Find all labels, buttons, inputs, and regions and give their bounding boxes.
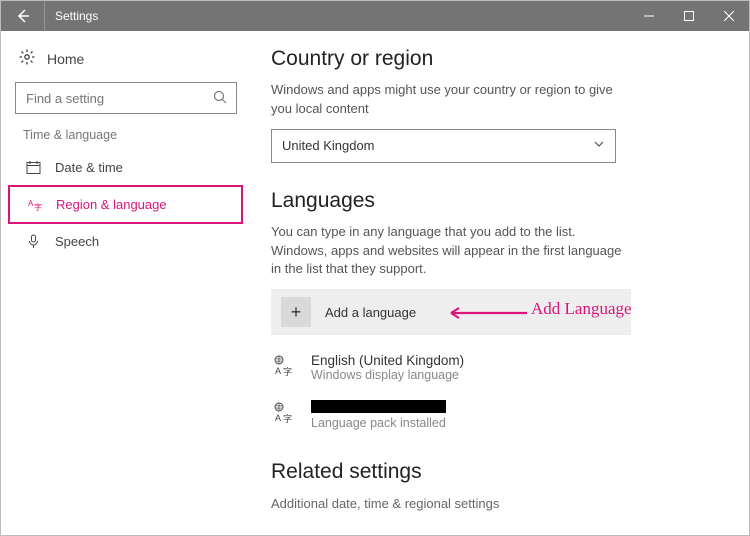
svg-text:A: A [275, 366, 281, 376]
svg-text:A: A [275, 413, 281, 423]
close-button[interactable] [709, 1, 749, 31]
sidebar-item-region-language[interactable]: A字 Region & language [8, 185, 243, 224]
add-language-button[interactable]: + Add a language Add Language [271, 289, 631, 335]
language-glyph-icon: A字 [271, 353, 297, 382]
svg-text:字: 字 [283, 413, 292, 424]
maximize-button[interactable] [669, 1, 709, 31]
languages-heading: Languages [271, 189, 707, 213]
back-arrow-icon [15, 8, 31, 24]
microphone-icon [25, 234, 41, 249]
home-label: Home [47, 51, 84, 67]
annotation-arrow [439, 307, 529, 325]
window-title: Settings [45, 9, 629, 23]
search-box[interactable] [15, 82, 237, 114]
language-name: English (United Kingdom) [311, 353, 464, 368]
sidebar-item-label: Date & time [55, 160, 123, 175]
related-settings-section: Related settings Additional date, time &… [271, 460, 707, 513]
country-selected: United Kingdom [282, 138, 375, 153]
search-input[interactable] [16, 83, 236, 113]
related-heading: Related settings [271, 460, 707, 484]
home-button[interactable]: Home [9, 45, 243, 82]
plus-icon: + [281, 297, 311, 327]
language-subtitle: Language pack installed [311, 416, 446, 430]
sidebar: Home Time & language Date & time A字 Regi… [1, 31, 251, 535]
settings-window: Settings Home Time & language Date & tim… [0, 0, 750, 536]
sidebar-item-label: Region & language [56, 197, 167, 212]
languages-description: You can type in any language that you ad… [271, 223, 631, 280]
language-subtitle: Windows display language [311, 368, 464, 382]
svg-text:字: 字 [283, 366, 292, 377]
language-glyph-icon: A字 [271, 400, 297, 430]
language-item[interactable]: A字 Language pack installed [271, 396, 707, 444]
related-link[interactable]: Additional date, time & regional setting… [271, 494, 707, 513]
back-button[interactable] [1, 1, 45, 31]
calendar-icon [25, 160, 41, 175]
language-item[interactable]: A字 English (United Kingdom) Windows disp… [271, 349, 707, 396]
redaction-bar [311, 400, 446, 413]
country-dropdown[interactable]: United Kingdom [271, 129, 616, 163]
country-description: Windows and apps might use your country … [271, 81, 631, 119]
main-content: Country or region Windows and apps might… [251, 31, 749, 535]
gear-icon [19, 49, 35, 68]
titlebar: Settings [1, 1, 749, 31]
minimize-button[interactable] [629, 1, 669, 31]
close-icon [724, 11, 734, 21]
chevron-down-icon [593, 138, 605, 153]
svg-text:字: 字 [34, 202, 42, 212]
sidebar-item-speech[interactable]: Speech [9, 224, 243, 259]
language-name-redacted [311, 400, 446, 416]
add-language-label: Add a language [325, 305, 416, 320]
sidebar-section-label: Time & language [9, 128, 243, 150]
country-heading: Country or region [271, 47, 707, 71]
sidebar-item-date-time[interactable]: Date & time [9, 150, 243, 185]
window-controls [629, 1, 749, 31]
maximize-icon [684, 11, 694, 21]
annotation-text: Add Language [531, 299, 632, 319]
sidebar-nav: Date & time A字 Region & language Speech [9, 150, 243, 259]
sidebar-item-label: Speech [55, 234, 99, 249]
search-icon [213, 90, 228, 108]
language-icon: A字 [26, 197, 42, 212]
minimize-icon [644, 11, 654, 21]
